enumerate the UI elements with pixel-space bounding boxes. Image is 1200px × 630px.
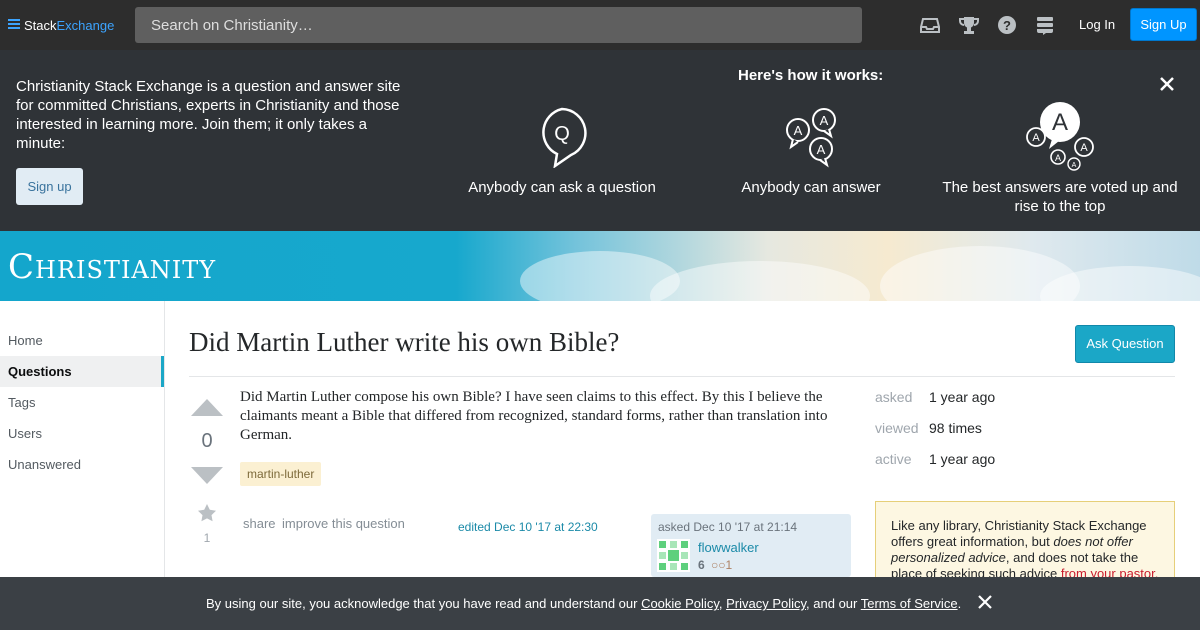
left-sidebar: Home Questions Tags Users Unanswered: [0, 301, 165, 577]
svg-text:A: A: [794, 123, 803, 138]
stat-active-value[interactable]: 1 year ago: [929, 451, 995, 467]
title-divider: [189, 376, 1175, 377]
inbox-icon[interactable]: [920, 15, 940, 35]
privacy-policy-link[interactable]: Privacy Policy: [726, 596, 806, 611]
stat-asked-label: asked: [875, 389, 913, 405]
hero-intro-text: Christianity Stack Exchange is a questio…: [16, 78, 401, 152]
advice-notice-text: Like any library, Christianity Stack Exc…: [891, 518, 1161, 582]
question-title[interactable]: Did Martin Luther write his own Bible?: [189, 327, 619, 358]
svg-text:Q: Q: [554, 123, 570, 145]
step-ask-label: Anybody can ask a question: [468, 179, 656, 196]
cookie-banner: By using our site, you acknowledge that …: [0, 577, 1200, 630]
bronze-badge-icon: ○○: [711, 558, 726, 572]
stackexchange-logo-icon: [8, 19, 20, 31]
search-box: [135, 7, 862, 43]
svg-text:A: A: [1080, 142, 1088, 154]
cookie-sep: , and our: [806, 596, 861, 611]
svg-text:A: A: [1032, 132, 1040, 144]
sidebar-item-tags[interactable]: Tags: [0, 387, 164, 418]
close-icon[interactable]: [1158, 75, 1176, 93]
downvote-icon[interactable]: [191, 467, 223, 484]
owner-card: asked Dec 10 '17 at 21:14 flowwalker 6 ○…: [651, 514, 851, 577]
asked-timestamp: asked Dec 10 '17 at 21:14: [658, 520, 798, 534]
trophy-icon[interactable]: [959, 15, 979, 35]
bronze-badge-value: 1: [725, 558, 733, 572]
cookie-suffix: .: [957, 596, 962, 611]
cookie-sep: ,: [718, 596, 727, 611]
share-link[interactable]: share: [243, 516, 276, 531]
login-link[interactable]: Log In: [1070, 8, 1124, 42]
favorite-star-icon[interactable]: [197, 503, 217, 523]
stat-viewed-value: 98 times: [929, 420, 982, 436]
terms-of-service-link[interactable]: Terms of Service: [861, 596, 958, 611]
help-icon[interactable]: ?: [997, 15, 1017, 35]
stat-viewed-label: viewed: [875, 420, 919, 436]
svg-text:A: A: [1055, 153, 1061, 163]
best-answers-icon: A A A A A: [1026, 102, 1094, 171]
question-body: Did Martin Luther compose his own Bible?…: [240, 389, 828, 443]
owner-username[interactable]: flowwalker: [698, 540, 759, 555]
site-title-logo[interactable]: Christianity: [8, 247, 216, 287]
answer-icon: A A A: [786, 108, 836, 168]
ask-question-button[interactable]: Ask Question: [1075, 325, 1175, 363]
cookie-prefix: By using our site, you acknowledge that …: [206, 596, 642, 611]
svg-text:A: A: [1072, 162, 1077, 169]
hero-signup-button[interactable]: Sign up: [16, 168, 83, 205]
svg-text:A: A: [817, 142, 826, 157]
welcome-hero: Christianity Stack Exchange is a questio…: [0, 50, 1200, 231]
step-voted-label: The best answers are voted up and rise t…: [942, 179, 1178, 215]
site-banner: Christianity: [0, 231, 1200, 301]
sidebar-item-unanswered[interactable]: Unanswered: [0, 449, 164, 480]
sidebar-item-home[interactable]: Home: [0, 325, 164, 356]
close-icon[interactable]: [978, 595, 992, 609]
signup-button[interactable]: Sign Up: [1130, 8, 1197, 41]
cookie-policy-link[interactable]: Cookie Policy: [641, 596, 719, 611]
step-answer-label: Anybody can answer: [741, 179, 881, 196]
sidebar-item-questions[interactable]: Questions: [0, 356, 164, 387]
favorite-count: 1: [203, 531, 211, 545]
how-it-works-title: Here's how it works:: [738, 67, 884, 84]
site-switcher-icon[interactable]: [1035, 15, 1055, 35]
upvote-icon[interactable]: [191, 399, 223, 416]
logo-word-exchange: Exchange: [56, 17, 115, 33]
svg-text:A: A: [1052, 109, 1068, 136]
stackexchange-logo[interactable]: Stack Exchange: [8, 16, 114, 34]
avatar[interactable]: [657, 539, 690, 572]
svg-text:?: ?: [1003, 18, 1011, 33]
owner-reputation: 6: [698, 558, 705, 572]
cookie-text: By using our site, you acknowledge that …: [206, 596, 961, 611]
tag-martin-luther[interactable]: martin-luther: [240, 462, 322, 486]
vote-count: 0: [201, 430, 213, 452]
top-bar: StackExchange ? Log In Sign Up: [0, 0, 1200, 50]
banner-cloud: [650, 261, 870, 301]
improve-question-link[interactable]: improve this question: [282, 516, 405, 531]
sidebar-item-users[interactable]: Users: [0, 418, 164, 449]
svg-text:A: A: [820, 113, 829, 128]
logo-word-stack: Stack: [24, 17, 57, 33]
stat-asked-value: 1 year ago: [929, 389, 996, 405]
stat-active-label: active: [875, 451, 912, 467]
edited-link[interactable]: edited Dec 10 '17 at 22:30: [458, 520, 598, 534]
bronze-badge-count: ○○1: [711, 558, 732, 572]
ask-question-icon: Q: [542, 107, 587, 168]
search-input[interactable]: [135, 7, 862, 43]
